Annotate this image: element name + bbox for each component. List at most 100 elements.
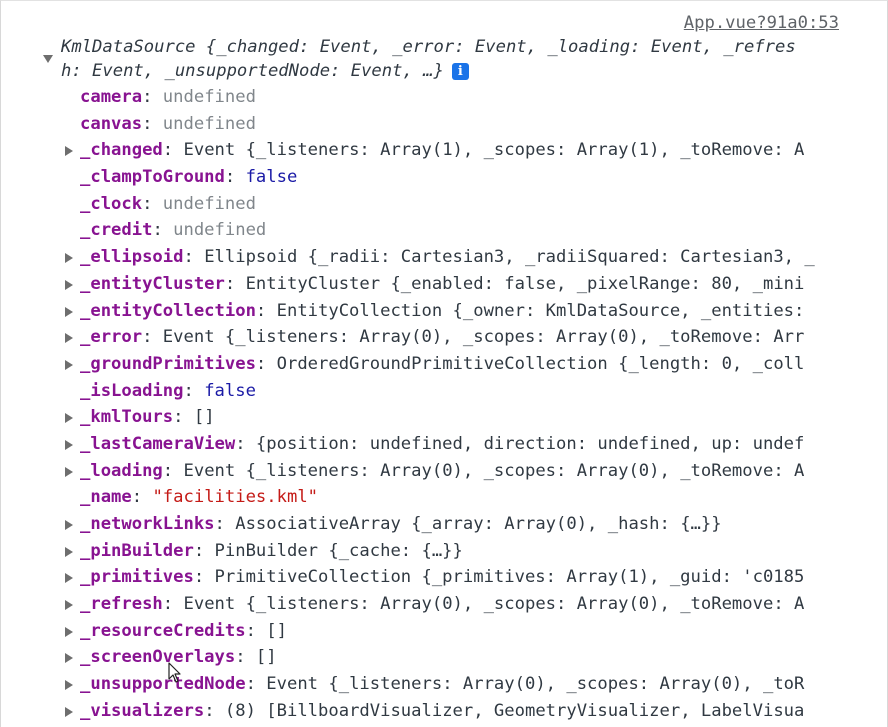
- property-row[interactable]: _resourceCredits: []: [1, 618, 851, 645]
- property-colon: :: [131, 487, 153, 508]
- property-row[interactable]: _entityCollection: EntityCollection {_ow…: [1, 298, 851, 325]
- expand-arrow-icon[interactable]: [65, 626, 73, 637]
- property-colon: :: [142, 113, 163, 134]
- property-colon: :: [142, 327, 163, 348]
- property-key: _entityCluster: [80, 273, 225, 294]
- property-row[interactable]: _primitives: PrimitiveCollection {_primi…: [1, 564, 851, 591]
- property-content: _clampToGround: false: [80, 164, 851, 191]
- property-colon: :: [224, 167, 246, 188]
- property-row: _isLoading: false: [1, 378, 851, 405]
- expand-arrow-icon[interactable]: [65, 573, 73, 584]
- expand-arrow-icon[interactable]: [65, 653, 73, 664]
- property-value: Ellipsoid {_radii: Cartesian3, _radiiSqu…: [204, 247, 815, 268]
- property-row: _clock: undefined: [1, 191, 851, 218]
- property-key: _isLoading: [80, 380, 184, 401]
- property-content: _groundPrimitives: OrderedGroundPrimitiv…: [80, 351, 851, 378]
- source-link[interactable]: App.vue?91a0:53: [684, 13, 839, 33]
- expand-arrow-icon[interactable]: [65, 680, 73, 691]
- property-value: []: [255, 647, 277, 668]
- expand-arrow-icon[interactable]: [65, 359, 73, 370]
- property-row[interactable]: _ellipsoid: Ellipsoid {_radii: Cartesian…: [1, 244, 851, 271]
- property-row[interactable]: _pinBuilder: PinBuilder {_cache: {…}}: [1, 538, 851, 565]
- property-content: _entityCluster: EntityCluster {_enabled:…: [80, 271, 851, 298]
- property-colon: :: [214, 514, 236, 534]
- property-content: _pinBuilder: PinBuilder {_cache: {…}}: [80, 538, 851, 565]
- property-row[interactable]: _changed: Event {_listeners: Array(1), _…: [1, 137, 851, 164]
- property-value: AssociativeArray {_array: Array(0), _has…: [235, 514, 722, 534]
- property-value: undefined: [162, 193, 256, 214]
- property-content: canvas: undefined: [80, 111, 851, 138]
- property-key: camera: [80, 87, 143, 107]
- property-content: _entityCollection: EntityCollection {_ow…: [80, 298, 851, 325]
- expand-arrow-icon[interactable]: [65, 546, 73, 557]
- property-value: {position: undefined, direction: undefin…: [255, 433, 805, 454]
- property-colon: :: [245, 674, 267, 695]
- property-value: Event {_listeners: Array(0), _scopes: Ar…: [266, 674, 805, 695]
- object-summary-line-1[interactable]: KmlDataSource {_changed: Event, _error: …: [61, 37, 796, 57]
- mouse-cursor-icon: [168, 662, 182, 684]
- property-key: _networkLinks: [80, 514, 215, 534]
- expand-arrow-icon[interactable]: [65, 600, 73, 611]
- property-colon: :: [255, 300, 277, 321]
- property-value: undefined: [162, 87, 256, 107]
- property-value: Event {_listeners: Array(0), _scopes: Ar…: [162, 327, 805, 348]
- property-content: _loading: Event {_listeners: Array(0), _…: [80, 458, 851, 485]
- property-row[interactable]: _loading: Event {_listeners: Array(0), _…: [1, 458, 851, 485]
- property-value: PrimitiveCollection {_primitives: Array(…: [214, 567, 805, 588]
- property-value: false: [245, 167, 298, 188]
- expand-arrow-icon[interactable]: [65, 279, 73, 290]
- property-row: _clampToGround: false: [1, 164, 851, 191]
- property-row[interactable]: _unsupportedNode: Event {_listeners: Arr…: [1, 671, 851, 698]
- property-row[interactable]: _lastCameraView: {position: undefined, d…: [1, 431, 851, 458]
- property-key: _pinBuilder: [80, 540, 194, 561]
- expand-arrow-icon[interactable]: [65, 253, 73, 264]
- expand-toggle-icon[interactable]: [43, 55, 53, 63]
- property-content: _unsupportedNode: Event {_listeners: Arr…: [80, 671, 851, 698]
- property-content: _clock: undefined: [80, 191, 851, 218]
- expand-arrow-icon[interactable]: [65, 413, 73, 424]
- property-colon: :: [224, 273, 246, 294]
- property-content: _isLoading: false: [80, 378, 851, 405]
- property-row[interactable]: _screenOverlays: []: [1, 644, 851, 671]
- expand-arrow-icon[interactable]: [65, 333, 73, 344]
- property-value: Event {_listeners: Array(1), _scopes: Ar…: [183, 140, 805, 161]
- property-key: _visualizers: [80, 700, 205, 721]
- expand-arrow-icon[interactable]: [65, 306, 73, 317]
- info-icon[interactable]: i: [451, 63, 469, 80]
- property-content: _error: Event {_listeners: Array(0), _sc…: [80, 324, 851, 351]
- console-panel: App.vue?91a0:53 KmlDataSource {_changed:…: [0, 0, 888, 727]
- property-row: canvas: undefined: [1, 111, 851, 138]
- property-row[interactable]: _networkLinks: AssociativeArray {_array:…: [1, 511, 851, 538]
- expand-arrow-icon[interactable]: [65, 706, 73, 717]
- property-colon: :: [162, 140, 184, 161]
- expand-arrow-icon[interactable]: [65, 520, 73, 530]
- property-content: _credit: undefined: [80, 217, 851, 244]
- expand-arrow-icon[interactable]: [65, 466, 73, 477]
- property-value: []: [266, 620, 287, 641]
- property-row[interactable]: _kmlTours: []: [1, 404, 851, 431]
- property-colon: :: [193, 567, 215, 588]
- property-colon: :: [183, 380, 205, 401]
- property-colon: :: [255, 353, 277, 374]
- expand-arrow-icon[interactable]: [65, 146, 73, 157]
- expand-arrow-icon[interactable]: [65, 439, 73, 450]
- property-content: _lastCameraView: {position: undefined, d…: [80, 431, 851, 458]
- property-key: _ellipsoid: [80, 247, 184, 268]
- property-value: false: [204, 380, 256, 401]
- property-row: camera: undefined: [1, 84, 851, 111]
- property-row[interactable]: _refresh: Event {_listeners: Array(0), _…: [1, 591, 851, 618]
- property-row[interactable]: _entityCluster: EntityCluster {_enabled:…: [1, 271, 851, 298]
- property-row[interactable]: _groundPrimitives: OrderedGroundPrimitiv…: [1, 351, 851, 378]
- property-value: []: [193, 407, 215, 428]
- property-value: undefined: [173, 220, 267, 241]
- property-content: camera: undefined: [80, 84, 851, 111]
- object-summary-line-2[interactable]: h: Event, _unsupportedNode: Event, …} i: [61, 61, 469, 81]
- property-row[interactable]: _visualizers: (8) [BillboardVisualizer, …: [1, 698, 851, 725]
- property-value: EntityCollection {_owner: KmlDataSource,…: [276, 300, 805, 321]
- property-colon: :: [235, 433, 256, 454]
- property-content: _primitives: PrimitiveCollection {_primi…: [80, 564, 851, 591]
- property-value: OrderedGroundPrimitiveCollection {_lengt…: [276, 353, 805, 374]
- property-row: _credit: undefined: [1, 217, 851, 244]
- property-key: _name: [80, 487, 132, 508]
- property-row[interactable]: _error: Event {_listeners: Array(0), _sc…: [1, 324, 851, 351]
